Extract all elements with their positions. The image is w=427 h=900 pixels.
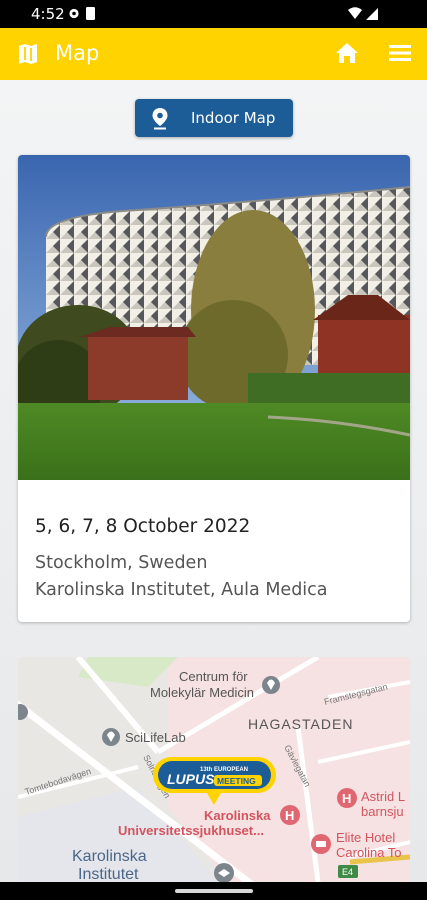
map-label-scilifelab: SciLifeLab <box>125 730 186 745</box>
gear-icon <box>69 8 79 19</box>
content: Indoor Map 5, 6, 7, 8 October 2022 Stock… <box>0 80 427 882</box>
event-city: Stockholm, Sweden <box>35 553 208 573</box>
map-label-centrum: Centrum för <box>179 669 248 684</box>
map-label-molekylar: Molekylär Medicin <box>150 685 254 700</box>
home-icon[interactable] <box>335 42 359 64</box>
status-bar: 4:52 <box>0 0 427 28</box>
map-icon <box>19 44 37 64</box>
menu-icon[interactable] <box>389 44 411 62</box>
map-label-karolinska-univ-1: Karolinska <box>204 808 271 823</box>
marker-lupus-text: LUPUS <box>167 771 215 787</box>
event-venue: Karolinska Institutet, Aula Medica <box>35 580 328 600</box>
event-date: 5, 6, 7, 8 October 2022 <box>35 516 251 537</box>
event-card: 5, 6, 7, 8 October 2022 Stockholm, Swede… <box>18 155 410 622</box>
indoor-map-label: Indoor Map <box>191 109 276 127</box>
app-bar: Map <box>0 28 427 80</box>
map-label-hagastaden: HAGASTADEN <box>248 716 353 732</box>
marker-meeting-text: MEETING <box>217 776 256 786</box>
page-title: Map <box>55 41 100 65</box>
location-pin-icon <box>152 108 168 130</box>
venue-map[interactable]: Centrum för Molekylär Medicin HAGASTADEN… <box>18 657 410 882</box>
map-label-elite-1: Elite Hotel <box>336 830 395 845</box>
map-poi-scilifelab: SciLifeLab <box>102 728 186 746</box>
status-icons-left <box>68 6 98 26</box>
map-label-ki-1: Karolinska <box>72 848 147 865</box>
map-label-barnsjukhus: barnsju <box>361 804 404 819</box>
status-time: 4:52 <box>31 5 65 23</box>
map-label-astrid: Astrid L <box>361 789 405 804</box>
map-label-elite-2: Carolina To <box>336 845 402 860</box>
wifi-icon <box>348 7 362 19</box>
system-nav-bar <box>0 882 427 900</box>
signal-icon <box>366 8 378 20</box>
home-gesture-handle[interactable] <box>175 889 253 893</box>
map-label-karolinska-univ-2: Universitetssjukhuset... <box>118 823 264 838</box>
indoor-map-button[interactable]: Indoor Map <box>135 99 293 137</box>
sd-card-icon <box>86 7 95 20</box>
status-icons-right <box>347 6 383 27</box>
map-label-ki-2: Institutet <box>78 866 139 882</box>
venue-photo <box>18 155 410 480</box>
svg-text:H: H <box>285 808 294 823</box>
map-label-road: E4 <box>342 867 353 877</box>
svg-text:H: H <box>342 791 351 806</box>
